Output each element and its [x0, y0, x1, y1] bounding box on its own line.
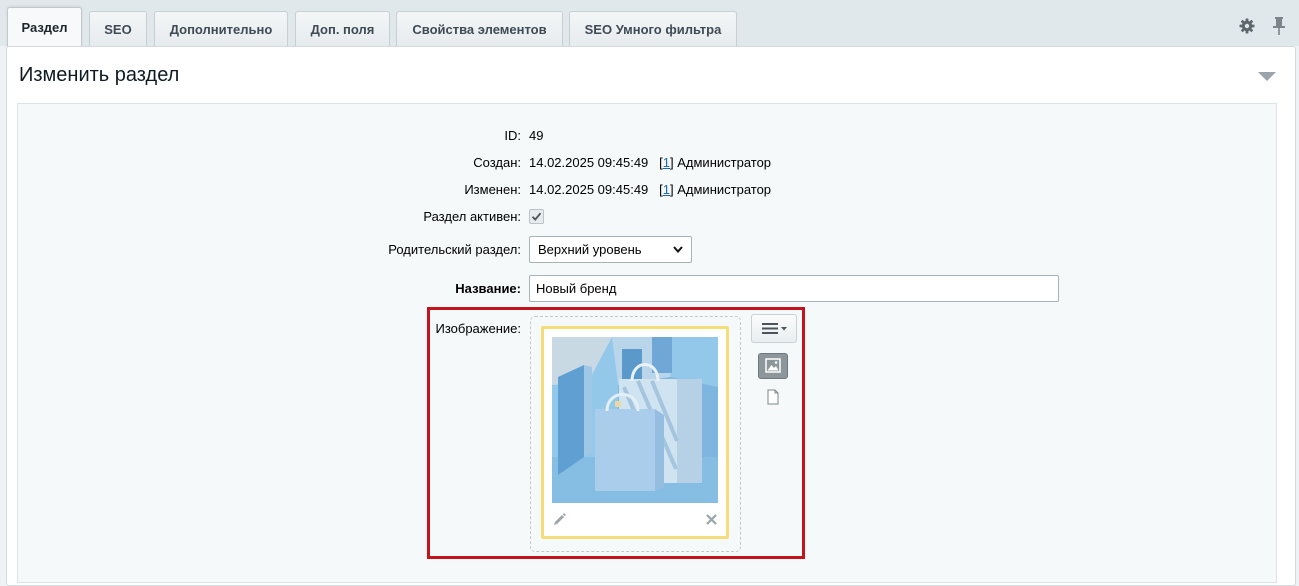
panel-title: Изменить раздел	[19, 64, 180, 86]
image-thumbnail[interactable]	[552, 337, 718, 503]
tab-additional[interactable]: Дополнительно	[154, 11, 288, 46]
modified-datetime: 14.02.2025 09:45:49	[529, 182, 649, 197]
tab-bar: Раздел SEO Дополнительно Доп. поля Свойс…	[0, 0, 1299, 47]
chevron-down-icon	[673, 246, 683, 253]
pin-icon[interactable]	[1271, 16, 1287, 36]
active-checkbox[interactable]	[529, 209, 544, 224]
image-mode-button[interactable]	[758, 353, 788, 379]
pencil-icon[interactable]	[552, 512, 567, 527]
check-icon	[531, 212, 542, 221]
id-label: ID:	[504, 128, 521, 143]
triangle-down-icon[interactable]	[1258, 72, 1276, 81]
modified-user-link[interactable]: 1	[663, 182, 670, 197]
active-label: Раздел активен:	[423, 209, 521, 224]
modified-value: 14.02.2025 09:45:49 [1] Администратор	[529, 182, 771, 197]
file-icon[interactable]	[766, 389, 780, 405]
created-close-bracket: ]	[669, 155, 674, 170]
image-label: Изображение:	[435, 321, 521, 336]
tab-extra-fields[interactable]: Доп. поля	[295, 11, 390, 46]
tab-section[interactable]: Раздел	[7, 7, 82, 47]
created-label: Создан:	[473, 155, 521, 170]
menu-icon	[762, 323, 787, 334]
parent-label: Родительский раздел:	[388, 242, 521, 257]
close-icon[interactable]	[705, 513, 718, 526]
created-user-link[interactable]: 1	[663, 155, 670, 170]
parent-section-value: Верхний уровень	[538, 242, 642, 257]
name-input[interactable]: Новый бренд	[529, 275, 1059, 302]
modified-user-name: Администратор	[677, 182, 772, 197]
name-input-value: Новый бренд	[536, 281, 617, 296]
id-value: 49	[529, 128, 544, 143]
tab-element-properties[interactable]: Свойства элементов	[396, 11, 563, 46]
image-icon	[765, 358, 781, 373]
tab-smart-filter-seo[interactable]: SEO Умного фильтра	[569, 11, 737, 46]
modified-label: Изменен:	[464, 182, 521, 197]
name-label: Название:	[455, 281, 521, 296]
created-user-name: Администратор	[677, 155, 772, 170]
parent-section-select[interactable]: Верхний уровень	[529, 236, 692, 263]
tab-seo[interactable]: SEO	[89, 11, 147, 46]
gear-icon[interactable]	[1238, 17, 1256, 35]
created-value: 14.02.2025 09:45:49 [1] Администратор	[529, 155, 771, 170]
created-datetime: 14.02.2025 09:45:49	[529, 155, 649, 170]
modified-close-bracket: ]	[669, 182, 674, 197]
image-menu-button[interactable]	[751, 314, 797, 343]
